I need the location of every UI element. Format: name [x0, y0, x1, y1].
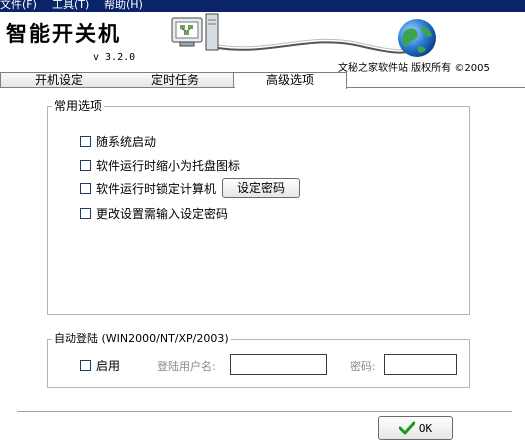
- banner: 智能开关机 v 3.2.0 文秘之家软件站 版权所有 ©2005: [0, 12, 525, 72]
- enable-auto-login-checkbox[interactable]: [80, 359, 91, 371]
- option-require-password[interactable]: 更改设置需输入设定密码: [80, 205, 228, 221]
- start-with-system-checkbox[interactable]: [80, 135, 91, 147]
- menu-file[interactable]: 文件(F): [0, 0, 37, 12]
- lock-computer-checkbox[interactable]: [80, 182, 91, 194]
- set-password-button[interactable]: 设定密码: [222, 178, 300, 198]
- ok-label: OK: [418, 421, 433, 435]
- menu-tools[interactable]: 工具(T): [52, 0, 89, 12]
- tab-startup-settings[interactable]: 开机设定: [0, 72, 118, 88]
- checkmark-icon: [398, 421, 415, 435]
- enable-auto-login-label: 启用: [96, 358, 121, 373]
- lock-computer-label: 软件运行时锁定计算机: [96, 181, 217, 196]
- tab-bar: 开机设定 定时任务 高级选项: [0, 72, 525, 89]
- active-tab-gap: [235, 87, 346, 88]
- app-title: 智能开关机: [6, 21, 121, 46]
- option-start-with-system[interactable]: 随系统启动: [80, 133, 156, 149]
- minimize-to-tray-label: 软件运行时缩小为托盘图标: [96, 158, 241, 173]
- password-input[interactable]: [384, 354, 457, 375]
- menu-bar: 文件(F) 工具(T) 帮助(H): [0, 0, 525, 12]
- start-with-system-label: 随系统启动: [96, 134, 157, 149]
- option-enable-auto-login[interactable]: 启用: [80, 357, 120, 373]
- menu-help[interactable]: 帮助(H): [104, 0, 143, 12]
- require-password-checkbox[interactable]: [80, 207, 91, 219]
- username-input[interactable]: [230, 354, 327, 375]
- option-minimize-to-tray[interactable]: 软件运行时缩小为托盘图标: [80, 157, 240, 173]
- auto-login-legend: 自动登陆 (WIN2000/NT/XP/2003): [52, 332, 231, 346]
- copyright-text: 文秘之家软件站 版权所有 ©2005: [338, 63, 490, 72]
- footer-separator: [17, 411, 512, 412]
- ok-button[interactable]: OK: [378, 416, 453, 440]
- minimize-to-tray-checkbox[interactable]: [80, 159, 91, 171]
- globe-icon: [398, 19, 436, 57]
- password-label: 密码:: [350, 360, 376, 373]
- username-label: 登陆用户名:: [157, 360, 216, 373]
- option-lock-computer[interactable]: 软件运行时锁定计算机: [80, 180, 216, 196]
- require-password-label: 更改设置需输入设定密码: [96, 206, 229, 221]
- common-options-legend: 常用选项: [52, 99, 105, 113]
- tab-scheduled-tasks[interactable]: 定时任务: [117, 72, 234, 88]
- app-version: v 3.2.0: [93, 52, 136, 63]
